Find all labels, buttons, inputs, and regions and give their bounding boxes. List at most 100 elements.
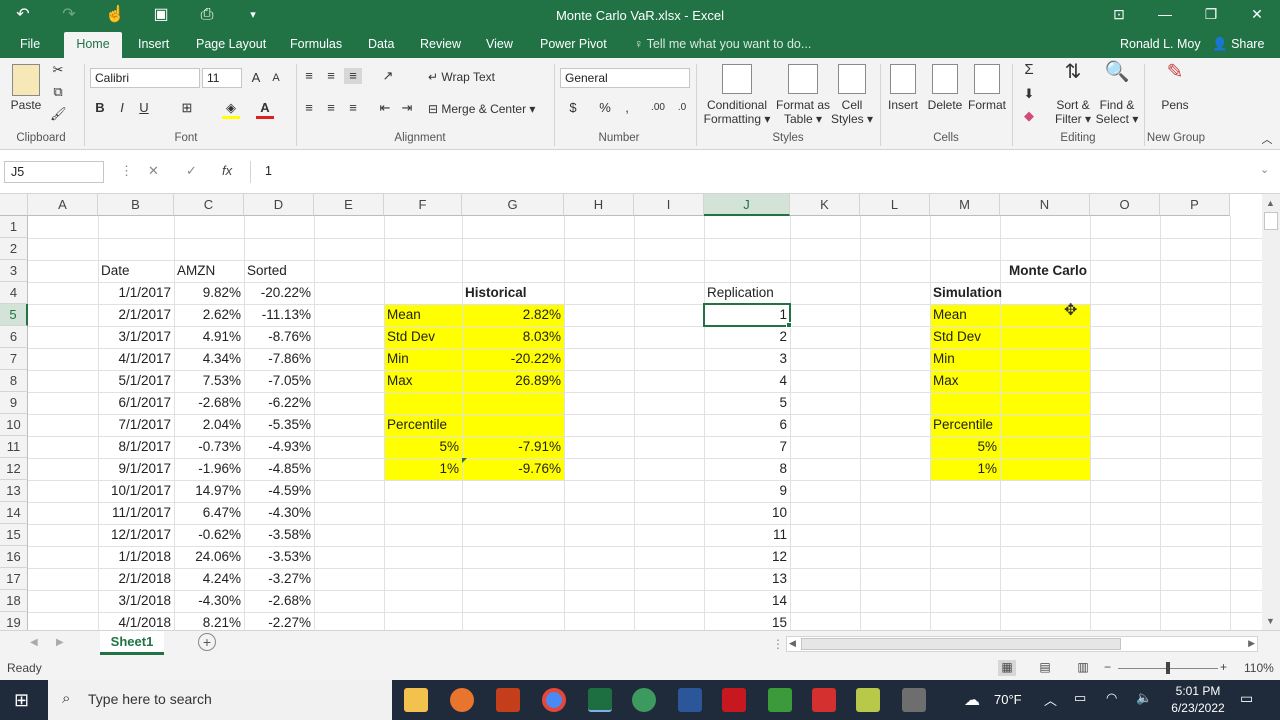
file-explorer-icon[interactable] — [404, 688, 428, 712]
expand-formula-icon[interactable]: ⌄ — [1260, 163, 1269, 176]
taskbar-search[interactable]: ⌕ Type here to search — [48, 680, 392, 720]
date-header-cell[interactable]: Date — [98, 260, 133, 282]
amzn-cell[interactable]: 9.82% — [174, 282, 244, 304]
row-header[interactable]: 8 — [0, 370, 28, 392]
decrease-font-icon[interactable]: A — [268, 70, 284, 86]
orientation-icon[interactable]: ↗ — [376, 68, 400, 84]
acrobat-icon[interactable] — [722, 688, 746, 712]
worksheet-grid[interactable]: A B C D E F G H I J K L M N O P 1 2 3 4 … — [0, 194, 1262, 630]
tab-formulas[interactable]: Formulas — [282, 32, 350, 58]
insert-function-icon[interactable]: fx — [222, 163, 232, 178]
date-cell[interactable]: 12/1/2017 — [98, 524, 174, 546]
row-header[interactable]: 11 — [0, 436, 28, 458]
column-header[interactable]: M — [930, 194, 1000, 216]
monte-carlo-title[interactable]: Monte Carlo — [1000, 260, 1090, 282]
cancel-icon[interactable]: ✕ — [148, 163, 159, 179]
row-header[interactable]: 7 — [0, 348, 28, 370]
tab-file[interactable]: File — [12, 32, 48, 58]
font-size-select[interactable]: 11 — [202, 68, 242, 88]
globe-icon[interactable] — [632, 688, 656, 712]
historical-percentile-value[interactable]: -9.76% — [462, 458, 564, 480]
delete-cells-icon[interactable] — [932, 64, 958, 94]
simulation-title[interactable]: Simulation — [930, 282, 1005, 304]
format-cells-icon[interactable] — [974, 64, 1000, 94]
tab-power-pivot[interactable]: Power Pivot — [532, 32, 615, 58]
new-sheet-icon[interactable]: + — [198, 633, 216, 651]
sorted-cell[interactable]: -3.53% — [244, 546, 314, 568]
column-header[interactable]: P — [1160, 194, 1230, 216]
decrease-decimal-icon[interactable]: .0 — [672, 100, 692, 116]
historical-value[interactable]: -20.22% — [462, 348, 564, 370]
align-bottom-icon[interactable]: ≡ — [344, 68, 362, 84]
sorted-header-cell[interactable]: Sorted — [244, 260, 290, 282]
amzn-cell[interactable]: 4.34% — [174, 348, 244, 370]
sort-filter-icon[interactable]: ⇅ — [1060, 62, 1086, 94]
underline-icon[interactable]: U — [136, 100, 152, 116]
number-format-select[interactable]: General — [560, 68, 690, 88]
column-header[interactable]: N — [1000, 194, 1090, 216]
tab-page-layout[interactable]: Page Layout — [188, 32, 274, 58]
increase-font-icon[interactable]: A — [248, 70, 264, 86]
row-header[interactable]: 9 — [0, 392, 28, 414]
row-header[interactable]: 17 — [0, 568, 28, 590]
column-header[interactable]: L — [860, 194, 930, 216]
ribbon-display-icon[interactable]: ⊡ — [1104, 6, 1134, 23]
historical-value[interactable]: 8.03% — [462, 326, 564, 348]
scroll-down-icon[interactable]: ▼ — [1266, 616, 1275, 626]
temperature[interactable]: 70°F — [994, 692, 1022, 707]
monte-carlo-label[interactable]: Mean — [930, 304, 970, 326]
replication-cell[interactable]: 13 — [704, 568, 790, 590]
row-header[interactable]: 6 — [0, 326, 28, 348]
replication-cell[interactable]: 9 — [704, 480, 790, 502]
replication-cell[interactable]: 12 — [704, 546, 790, 568]
sorted-cell[interactable]: -11.13% — [244, 304, 314, 326]
column-header[interactable]: A — [28, 194, 98, 216]
clear-icon[interactable]: ◆ — [1020, 108, 1038, 124]
currency-icon[interactable]: $ — [564, 100, 582, 116]
next-sheet-icon[interactable]: ▶ — [56, 637, 64, 648]
windows-start-icon[interactable]: ⊞ — [14, 690, 29, 711]
replication-cell[interactable]: 2 — [704, 326, 790, 348]
scroll-thumb[interactable] — [1264, 212, 1278, 230]
replication-cell[interactable]: 7 — [704, 436, 790, 458]
format-as-table-button[interactable]: Format as Table ▾ — [772, 98, 834, 126]
date-cell[interactable]: 5/1/2017 — [98, 370, 174, 392]
sorted-cell[interactable]: -4.93% — [244, 436, 314, 458]
sorted-cell[interactable]: -7.86% — [244, 348, 314, 370]
bold-icon[interactable]: B — [92, 100, 108, 116]
app-icon[interactable] — [812, 688, 836, 712]
tab-view[interactable]: View — [478, 32, 521, 58]
paste-icon[interactable] — [12, 64, 40, 96]
row-header[interactable]: 18 — [0, 590, 28, 612]
row-header[interactable]: 10 — [0, 414, 28, 436]
replication-cell[interactable]: 5 — [704, 392, 790, 414]
minimize-icon[interactable]: — — [1150, 6, 1180, 22]
fill-icon[interactable]: ⬇ — [1020, 86, 1038, 102]
zoom-level[interactable]: 110% — [1244, 661, 1274, 675]
amzn-cell[interactable]: -4.30% — [174, 590, 244, 612]
increase-indent-icon[interactable]: ⇥ — [398, 100, 416, 116]
amzn-cell[interactable]: -0.73% — [174, 436, 244, 458]
excel-icon[interactable] — [588, 688, 612, 712]
date-cell[interactable]: 8/1/2017 — [98, 436, 174, 458]
sheet-tab[interactable]: Sheet1 — [100, 631, 164, 655]
conditional-formatting-button[interactable]: Conditional Formatting ▾ — [700, 98, 774, 126]
tab-insert[interactable]: Insert — [130, 32, 177, 58]
sorted-cell[interactable]: -5.35% — [244, 414, 314, 436]
align-left-icon[interactable]: ≡ — [300, 100, 318, 116]
scroll-left-icon[interactable]: ◀ — [789, 638, 796, 649]
amzn-cell[interactable]: 8.21% — [174, 612, 244, 630]
monte-carlo-label[interactable]: Min — [930, 348, 958, 370]
historical-label[interactable]: Mean — [384, 304, 424, 326]
sorted-cell[interactable]: -2.27% — [244, 612, 314, 630]
date-cell[interactable]: 11/1/2017 — [98, 502, 174, 524]
row-header[interactable]: 3 — [0, 260, 28, 282]
delete-cells-button[interactable]: Delete — [926, 98, 964, 112]
fill-handle[interactable] — [786, 322, 792, 328]
amzn-cell[interactable]: -0.62% — [174, 524, 244, 546]
column-header[interactable]: C — [174, 194, 244, 216]
battery-icon[interactable]: ▭ — [1074, 690, 1086, 706]
active-cell-selection[interactable] — [703, 303, 791, 327]
row-header[interactable]: 12 — [0, 458, 28, 480]
find-select-icon[interactable]: 🔍 — [1104, 62, 1130, 94]
